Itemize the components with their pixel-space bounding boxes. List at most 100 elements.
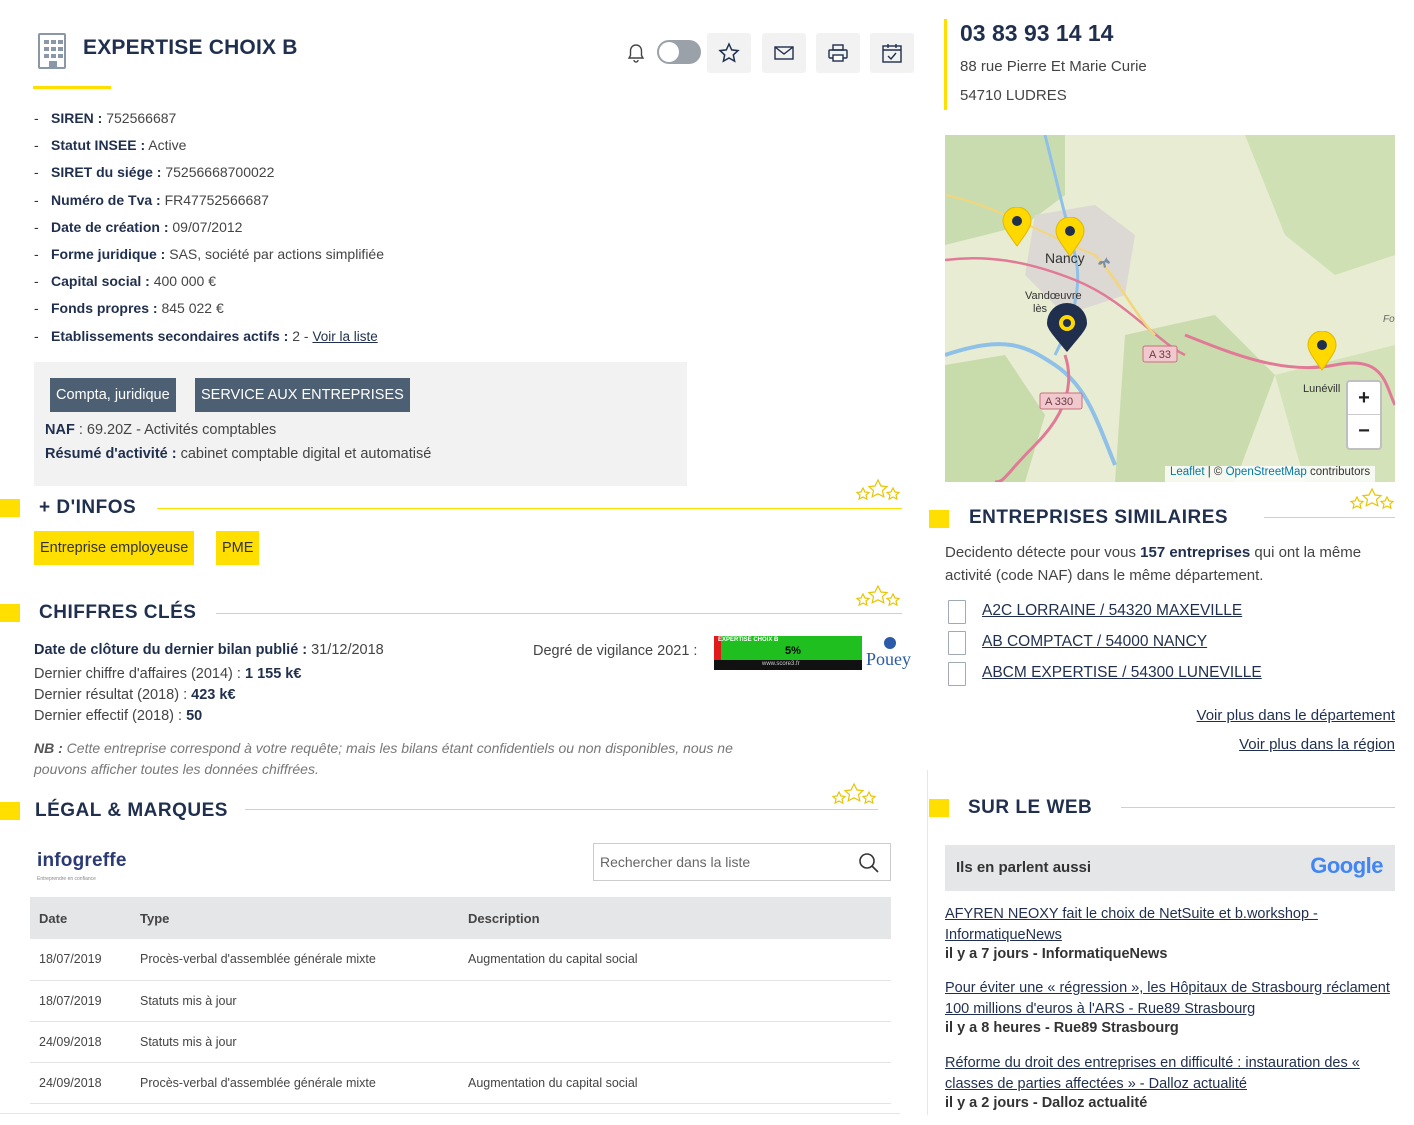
- address-line-1: 88 rue Pierre Et Marie Curie: [960, 58, 1147, 75]
- legal-search[interactable]: [593, 843, 891, 881]
- pouey-logo-dot: [884, 637, 896, 649]
- cell-type: Procès-verbal d'assemblée générale mixte: [131, 939, 459, 981]
- map-tiles: A 33 A 330 Nancy Vandœuvre lès Lunévill …: [945, 135, 1395, 482]
- news-link[interactable]: Pour éviter une « régression », les Hôpi…: [945, 978, 1395, 1020]
- news-link[interactable]: Réforme du droit des entreprises en diff…: [945, 1053, 1395, 1095]
- location-map[interactable]: A 33 A 330 Nancy Vandœuvre lès Lunévill …: [945, 135, 1395, 482]
- vigilance-label: Degré de vigilance 2021 :: [533, 643, 698, 659]
- resume-line: Résumé d'activité : cabinet comptable di…: [45, 446, 432, 462]
- effectif-line: Dernier effectif (2018) : 50: [34, 708, 203, 724]
- phone-number[interactable]: 03 83 93 14 14: [960, 20, 1113, 47]
- favorite-button[interactable]: [707, 33, 751, 73]
- attribution-rest: contributors: [1309, 466, 1371, 478]
- alert-toggle[interactable]: [657, 40, 701, 64]
- news-meta: il y a 7 jours - InformatiqueNews: [945, 946, 1168, 962]
- similar-company-link[interactable]: AB COMPTACT / 54000 NANCY: [982, 633, 1207, 651]
- section-line: [216, 613, 902, 614]
- cell-type: Statuts mis à jour: [131, 980, 459, 1022]
- similaires-title: ENTREPRISES SIMILAIRES: [969, 507, 1229, 528]
- bell-icon[interactable]: [625, 42, 647, 64]
- cloture-line: Date de clôture du dernier bilan publié …: [34, 642, 384, 658]
- cell-type: Procès-verbal d'assemblée générale mixte: [131, 1062, 459, 1104]
- mail-icon: [774, 46, 794, 60]
- vigilance-badge[interactable]: EXPERTISE CHOIX B 5% www.score3.fr: [714, 636, 862, 670]
- google-logo-text: Google: [1310, 853, 1383, 878]
- ca-line: Dernier chiffre d'affaires (2014) : 1 15…: [34, 666, 302, 682]
- info-siret: - SIRET du siége : 75256668700022: [34, 164, 275, 181]
- legal-title: LÉGAL & MARQUES: [35, 800, 228, 821]
- map-marker-icon[interactable]: [1002, 207, 1032, 247]
- similar-company-link[interactable]: A2C LORRAINE / 54320 MAXEVILLE: [982, 602, 1242, 620]
- activity-box: Compta, juridique SERVICE AUX ENTREPRISE…: [34, 362, 687, 486]
- map-attribution: Leaflet | © OpenStreetMap contributors: [1165, 466, 1376, 482]
- info-statut: - Statut INSEE : Active: [34, 137, 187, 154]
- building-icon: [948, 662, 966, 686]
- divider: [927, 770, 928, 1115]
- company-name: EXPERTISE CHOIX B: [83, 36, 298, 59]
- voir-plus-region-link[interactable]: Voir plus dans la région: [1239, 736, 1395, 753]
- legal-table: Date Type Description 18/07/2019 Procès-v…: [30, 897, 891, 1104]
- leaflet-link[interactable]: Leaflet: [1170, 466, 1205, 478]
- zoom-out-button[interactable]: −: [1348, 415, 1380, 448]
- nb-note: NB : Cette entreprise correspond à votre…: [34, 740, 733, 777]
- info-fonds-propres: - Fonds propres : 845 022 €: [34, 300, 224, 317]
- info-forme-juridique: - Forme juridique : SAS, société par acti…: [34, 245, 384, 262]
- attribution-separator: | ©: [1207, 466, 1223, 478]
- section-marker: [0, 604, 20, 622]
- city-vandoeuvre: Vandœuvre: [1025, 290, 1082, 302]
- infogreffe-logo: infogreffe: [37, 850, 127, 871]
- section-marker: [929, 510, 949, 528]
- company-info-list: - SIREN : 752566687 - Statut INSEE : Activ…: [34, 110, 384, 355]
- pouey-logo: Pouey: [866, 649, 911, 669]
- similar-company-link[interactable]: ABCM EXPERTISE / 54300 LUNEVILLE: [982, 664, 1262, 682]
- map-marker-icon[interactable]: [1307, 331, 1337, 371]
- voir-la-liste-link[interactable]: Voir la liste: [312, 329, 377, 344]
- table-header: Date Type Description: [30, 897, 891, 939]
- title-underline: [33, 86, 111, 89]
- info-etablissements: - Etablissements secondaires actifs : 2 -…: [34, 327, 378, 344]
- building-icon: [38, 33, 66, 69]
- cell-date: 18/07/2019: [30, 980, 131, 1022]
- info-tva: - Numéro de Tva : FR47752566687: [34, 191, 269, 208]
- table-row[interactable]: 24/09/2018 Procès-verbal d'assemblée géné…: [30, 1062, 891, 1104]
- table-row[interactable]: 18/07/2019 Procès-verbal d'assemblée géné…: [30, 939, 891, 981]
- section-line: [245, 809, 878, 810]
- table-row[interactable]: 24/09/2018 Statuts mis à jour: [30, 1021, 891, 1063]
- tag-compta[interactable]: Compta, juridique: [50, 378, 176, 412]
- map-label-fo: Fo: [1383, 314, 1395, 325]
- cell-description: [459, 1021, 891, 1063]
- osm-link[interactable]: OpenStreetMap: [1226, 466, 1307, 478]
- tag-employeuse: Entreprise employeuse: [34, 531, 195, 565]
- section-line: [1121, 807, 1395, 808]
- legal-search-input[interactable]: [600, 852, 840, 872]
- info-capital: - Capital social : 400 000 €: [34, 273, 216, 290]
- map-marker-icon[interactable]: [1055, 217, 1085, 257]
- col-description[interactable]: Description: [459, 897, 891, 939]
- col-date[interactable]: Date: [30, 897, 131, 939]
- search-icon[interactable]: [858, 852, 880, 874]
- col-type[interactable]: Type: [131, 897, 459, 939]
- stars-icon: [855, 478, 901, 501]
- section-marker: [929, 799, 949, 817]
- vigilance-company: EXPERTISE CHOIX B: [718, 637, 779, 643]
- calendar-check-icon: [882, 44, 902, 63]
- toggle-knob: [659, 42, 679, 62]
- vigilance-value: 5%: [785, 645, 801, 657]
- cell-date: 18/07/2019: [30, 939, 131, 981]
- address-line-2: 54710 LUDRES: [960, 87, 1067, 104]
- vigilance-url: www.score3.fr: [762, 661, 800, 667]
- info-siren: - SIREN : 752566687: [34, 110, 177, 126]
- company-location-marker-icon[interactable]: [1046, 303, 1088, 353]
- news-link[interactable]: AFYREN NEOXY fait le choix de NetSuite e…: [945, 904, 1395, 946]
- zoom-in-button[interactable]: +: [1348, 382, 1380, 415]
- email-button[interactable]: [762, 33, 806, 73]
- section-marker: [0, 499, 20, 517]
- cell-description: Augmentation du capital social: [459, 1062, 891, 1104]
- infogreffe-tagline: Entreprendre en confiance: [37, 876, 96, 882]
- tag-service[interactable]: SERVICE AUX ENTREPRISES: [195, 378, 410, 412]
- web-title: SUR LE WEB: [968, 797, 1093, 818]
- print-button[interactable]: [816, 33, 860, 73]
- calendar-button[interactable]: [870, 33, 914, 73]
- voir-plus-departement-link[interactable]: Voir plus dans le département: [1197, 707, 1395, 724]
- table-row[interactable]: 18/07/2019 Statuts mis à jour: [30, 980, 891, 1022]
